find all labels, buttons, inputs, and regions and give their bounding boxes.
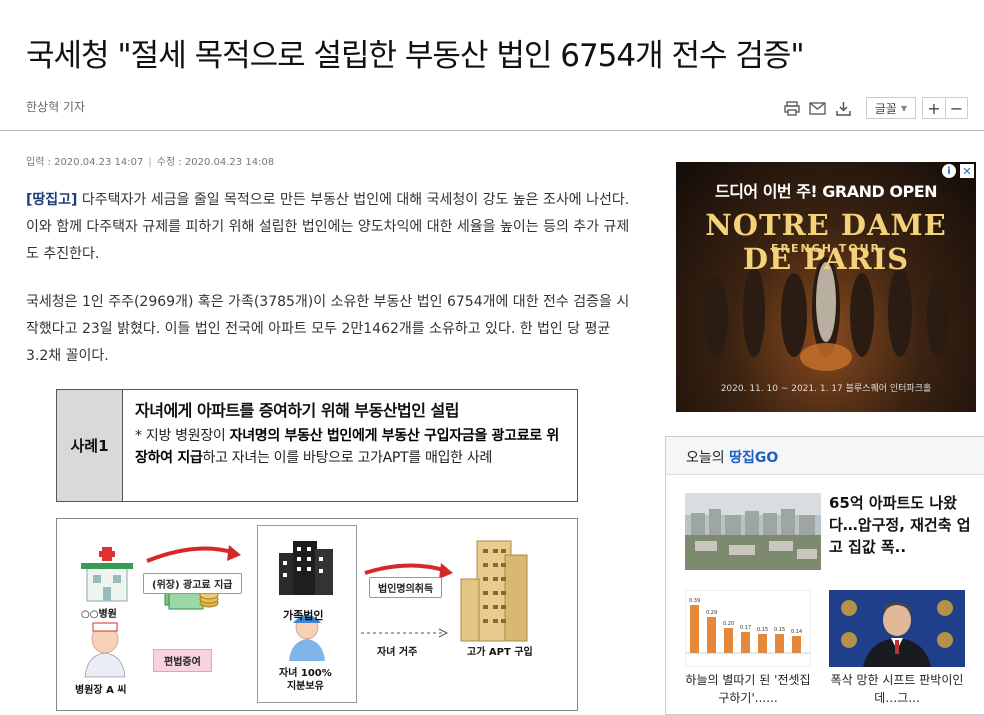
widget-item-title[interactable]: 하늘의 별따기 된 '전셋집 구하기'......: [685, 671, 811, 707]
close-icon[interactable]: ✕: [960, 164, 974, 178]
doctor-icon: [84, 622, 126, 678]
widget-item-image[interactable]: [685, 493, 821, 570]
ad-fee-label: (위장) 광고료 지급: [143, 573, 242, 594]
updated-date: 수정 : 2020.04.23 14:08: [156, 157, 275, 168]
widget-bar-chart: 0.39 0.29 0.20 0.17 0.15 0.15 0.14: [686, 598, 810, 654]
widget-heading: 오늘의 땅집GO: [666, 437, 984, 475]
today-widget: 오늘의 땅집GO 65억 아파트도 나왔다…압구정, 재건축 업고 집값 폭..: [665, 436, 984, 715]
ad-date: 2020. 11. 10 ~ 2021. 1. 17 블루스퀘어 인터파크홀: [720, 384, 932, 394]
svg-text:0.20: 0.20: [723, 621, 734, 627]
zoom-out-button[interactable]: −: [945, 98, 967, 118]
hospital-label: ○○병원: [81, 609, 117, 620]
ad-subtitle: FRENCH TOUR: [770, 242, 882, 255]
svg-text:0.15: 0.15: [757, 627, 768, 633]
published-date: 입력 : 2020.04.23 14:07: [26, 157, 144, 168]
apartment-icon: [460, 540, 528, 642]
font-select-label: 글꼴: [874, 101, 897, 116]
zoom-controls: + −: [922, 97, 968, 119]
acquire-label: 법인명의취득: [369, 577, 443, 598]
article-dates: 입력 : 2020.04.23 14:07 | 수정 : 2020.04.23 14…: [26, 157, 275, 168]
director-label: 병원장 A 씨: [75, 685, 127, 696]
article-paragraph: [땅집고] 다주택자가 세금을 줄일 목적으로 만든 부동산 법인에 대해 국세…: [26, 187, 632, 268]
header-divider: [0, 130, 984, 131]
advertisement-banner[interactable]: 드디어 이번 주! GRAND OPEN NOTRE DAME DE PARIS…: [676, 162, 976, 412]
paragraph-text: 다주택자가 세금을 줄일 목적으로 만든 부동산 법인에 대해 국세청이 강도 …: [26, 192, 630, 262]
svg-text:0.39: 0.39: [689, 598, 700, 604]
widget-item-title[interactable]: 폭삭 망한 시프트 판박이인데…그...: [829, 671, 965, 707]
case-title: 자녀에게 아파트를 증여하기 위해 부동산법인 설립: [135, 401, 459, 420]
family-corp-label: 가족법인: [283, 609, 324, 622]
info-icon[interactable]: i: [942, 164, 956, 178]
arrow-icon: [146, 546, 236, 563]
svg-text:0.15: 0.15: [774, 627, 785, 633]
case-study-box: 사례1 자녀에게 아파트를 증여하기 위해 부동산법인 설립 * 지방 병원장이…: [56, 389, 581, 505]
svg-text:0.17: 0.17: [740, 625, 751, 631]
arrow-icon: [364, 563, 448, 575]
child-share-label: 자녀 100% 지분보유: [279, 668, 332, 692]
svg-text:0.14: 0.14: [791, 629, 802, 635]
residence-label: 자녀 거주: [377, 647, 418, 658]
widget-item-title[interactable]: 65억 아파트도 나왔다…압구정, 재건축 업고 집값 폭..: [829, 492, 979, 558]
mail-icon[interactable]: [808, 99, 828, 117]
flow-diagram: ○○병원 병원장 A 씨 (위장) 광고료 지급 편법증여 가족법인 자녀 10…: [56, 518, 578, 711]
widget-item-image[interactable]: [829, 590, 965, 667]
font-select[interactable]: 글꼴 ▼: [865, 97, 916, 119]
ad-top-text: 드디어 이번 주! GRAND OPEN: [714, 182, 938, 201]
article-headline: 국세청 "절세 목적으로 설립한 부동산 법인 6754개 전수 검증": [26, 38, 805, 74]
download-icon[interactable]: [834, 99, 854, 117]
article-paragraph: 국세청은 1인 주주(2969개) 혹은 가족(3785개)이 소유한 부동산 …: [26, 294, 630, 364]
widget-item-image[interactable]: 0.39 0.29 0.20 0.17 0.15 0.15 0.14: [685, 590, 811, 667]
case-description: * 지방 병원장이 자녀명의 부동산 법인에게 부동산 구입자금을 광고료로 위…: [135, 428, 560, 466]
source-tag: [땅집고]: [26, 192, 78, 208]
reporter-name[interactable]: 한상혁 기자: [26, 98, 85, 115]
article-toolbar: 글꼴 ▼ + −: [782, 97, 968, 119]
printer-icon[interactable]: [782, 99, 802, 117]
purchase-label: 고가 APT 구입: [467, 647, 533, 658]
hospital-icon: [81, 547, 133, 602]
chevron-down-icon: ▼: [900, 103, 907, 113]
gift-label: 편법증여: [153, 649, 212, 672]
zoom-in-button[interactable]: +: [923, 98, 945, 118]
case-label: 사례1: [57, 390, 123, 501]
svg-text:0.29: 0.29: [706, 610, 717, 616]
widget-brand[interactable]: 땅집GO: [729, 450, 778, 466]
